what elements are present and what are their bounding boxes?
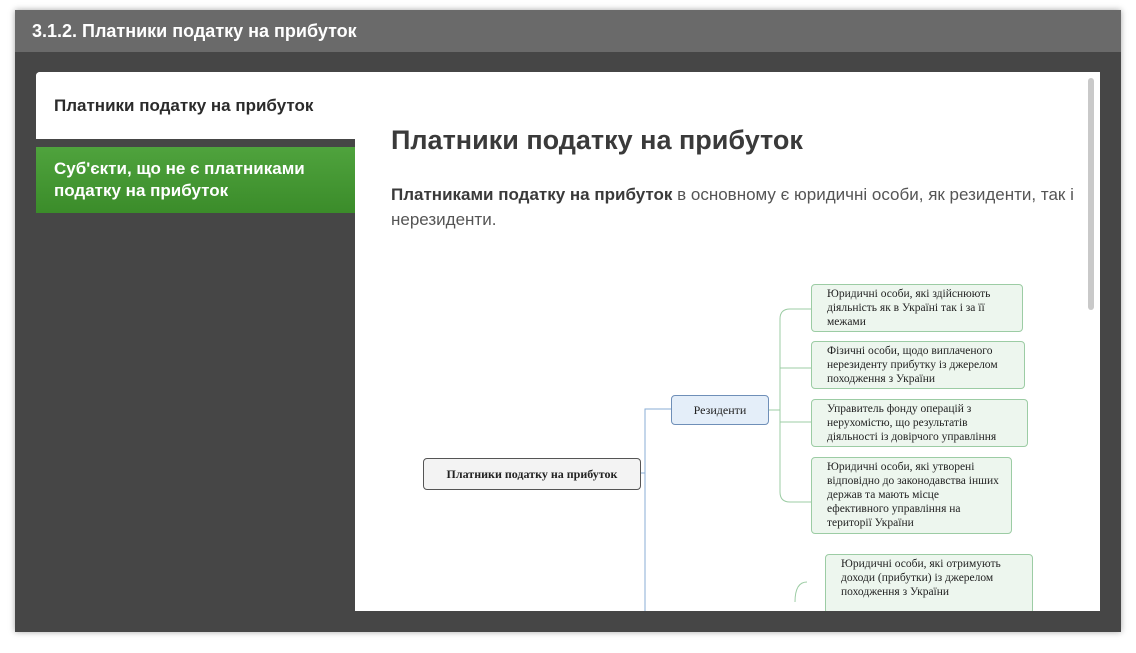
leaf-5-line bbox=[794, 581, 808, 603]
mindmap-leaf: Фізичні особи, щодо виплаченого нерезиде… bbox=[811, 341, 1025, 389]
mindmap-leaf: Юридичні особи, які здійснюють діяльніст… bbox=[811, 284, 1023, 332]
mindmap-residents-node: Резиденти bbox=[671, 395, 769, 425]
window-title: 3.1.2. Платники податку на прибуток bbox=[15, 10, 1121, 52]
tab-non-payers-label: Суб'єкти, що не є платниками податку на … bbox=[54, 159, 305, 200]
mindmap-leaf: Управитель фонду операцій з нерухомістю,… bbox=[811, 399, 1028, 447]
mindmap-leaf: Юридичні особи, які отримують доходи (пр… bbox=[825, 554, 1033, 611]
mindmap-root-node: Платники податку на прибуток bbox=[423, 458, 641, 490]
content-panel: Платники податку на прибуток Платниками … bbox=[355, 72, 1100, 611]
root-to-branch-line bbox=[641, 408, 671, 474]
tab-payers[interactable]: Платники податку на прибуток bbox=[36, 72, 355, 139]
leaf-3-line bbox=[779, 410, 811, 423]
mindmap-leaf: Юридичні особи, які утворені відповідно … bbox=[811, 457, 1012, 534]
lesson-window: 3.1.2. Платники податку на прибуток Плат… bbox=[15, 10, 1121, 632]
leaf-4-line bbox=[779, 422, 811, 503]
tab-non-payers[interactable]: Суб'єкти, що не є платниками податку на … bbox=[36, 147, 355, 213]
leaf-1-line bbox=[779, 308, 811, 410]
